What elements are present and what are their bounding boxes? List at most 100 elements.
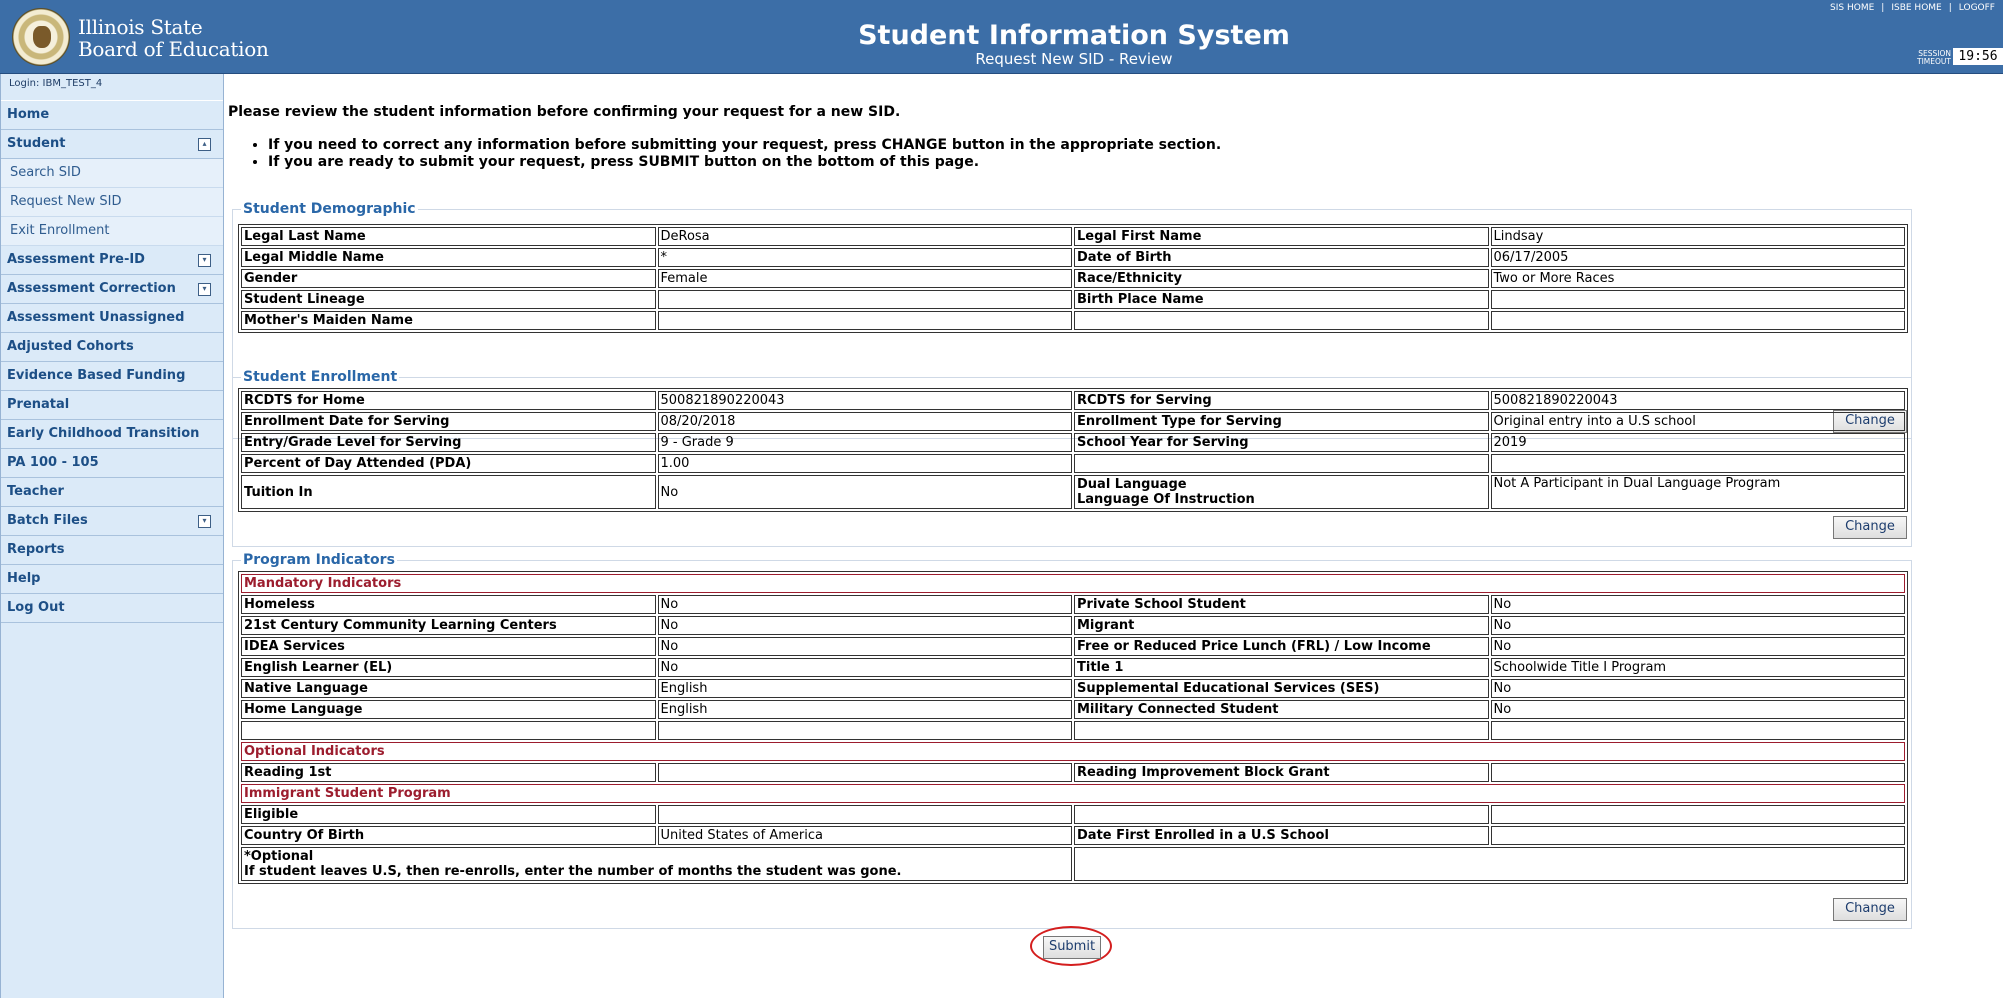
field-value: No: [657, 637, 1072, 656]
field-label: Migrant: [1074, 616, 1489, 635]
demographic-table: Legal Last Name DeRosa Legal First Name Lin…: [238, 224, 1908, 333]
submit-button[interactable]: Submit: [1043, 936, 1101, 959]
table-row: Reading 1st Reading Improvement Block Gra…: [241, 763, 1905, 782]
isbe-home-link[interactable]: ISBE HOME: [1891, 3, 1941, 13]
field-label: Student Lineage: [241, 290, 656, 309]
page-title: Student Information System: [858, 20, 1290, 51]
field-label: Legal First Name: [1074, 227, 1489, 246]
login-info: Login: IBM_TEST_4: [1, 74, 223, 101]
session-timeout-label: SESSION TIMEOUT: [1917, 50, 1951, 66]
sidebar-item[interactable]: Evidence Based Funding: [1, 362, 223, 391]
sidebar-item[interactable]: Teacher: [1, 478, 223, 507]
field-label: [1074, 454, 1489, 473]
sidebar-item-label: Assessment Correction: [7, 281, 176, 296]
program-indicators-table: Mandatory Indicators Homeless No Private Sc…: [238, 571, 1908, 884]
sis-home-link[interactable]: SIS HOME: [1830, 3, 1874, 13]
field-value: Two or More Races: [1490, 269, 1905, 288]
section-title: Student Demographic: [241, 201, 418, 217]
field-label: Reading 1st: [241, 763, 656, 782]
sidebar-item[interactable]: Assessment Unassigned: [1, 304, 223, 333]
sidebar-item[interactable]: Exit Enrollment: [1, 217, 223, 246]
language-of-instruction-label: Language Of Instruction: [1077, 492, 1255, 507]
app-header: Illinois State Board of Education Studen…: [0, 0, 2003, 74]
table-row: Student Lineage Birth Place Name: [241, 290, 1905, 309]
field-label: [1074, 805, 1489, 824]
mandatory-indicators-heading: Mandatory Indicators: [241, 574, 1905, 593]
sidebar-item[interactable]: Student ▴: [1, 130, 223, 159]
field-value: No: [657, 658, 1072, 677]
field-label: Enrollment Date for Serving: [241, 412, 656, 431]
expand-icon[interactable]: ▾: [198, 515, 211, 528]
field-label: Birth Place Name: [1074, 290, 1489, 309]
sidebar-item[interactable]: Log Out: [1, 594, 223, 623]
field-label: Reading Improvement Block Grant: [1074, 763, 1489, 782]
sidebar-item[interactable]: Prenatal: [1, 391, 223, 420]
expand-icon[interactable]: ▾: [198, 283, 211, 296]
sidebar-item[interactable]: Adjusted Cohorts: [1, 333, 223, 362]
sidebar-item-label: Early Childhood Transition: [7, 426, 200, 441]
optional-note-title: *Optional: [244, 849, 314, 864]
sidebar-item[interactable]: Help: [1, 565, 223, 594]
expand-icon[interactable]: ▾: [198, 254, 211, 267]
sidebar-item[interactable]: Request New SID: [1, 188, 223, 217]
field-value: No: [1490, 616, 1905, 635]
table-row: English Learner (EL) No Title 1 Schoolwide …: [241, 658, 1905, 677]
field-label: [1074, 311, 1489, 330]
field-label: Legal Last Name: [241, 227, 656, 246]
field-label: Date First Enrolled in a U.S School: [1074, 826, 1489, 845]
field-value: [1490, 721, 1905, 740]
intro-text: Please review the student information be…: [228, 104, 901, 120]
sidebar: Login: IBM_TEST_4 Home Student ▴ Search SID…: [0, 74, 224, 998]
session-timer: 19:56: [1953, 48, 2003, 65]
page-subtitle: Request New SID - Review: [975, 50, 1173, 68]
sidebar-item[interactable]: PA 100 - 105: [1, 449, 223, 478]
sidebar-item-label: Search SID: [10, 165, 81, 180]
student-enrollment-section: Student Enrollment RCDTS for Home 5008218…: [232, 369, 1912, 547]
change-enrollment-button[interactable]: Change: [1833, 516, 1907, 539]
sidebar-item[interactable]: Reports: [1, 536, 223, 565]
field-value: Female: [657, 269, 1072, 288]
collapse-icon[interactable]: ▴: [198, 138, 211, 151]
sidebar-item-label: Prenatal: [7, 397, 70, 412]
table-row: Legal Last Name DeRosa Legal First Name Lin…: [241, 227, 1905, 246]
change-program-button[interactable]: Change: [1833, 898, 1907, 921]
field-label: RCDTS for Home: [241, 391, 656, 410]
field-label: RCDTS for Serving: [1074, 391, 1489, 410]
sidebar-item[interactable]: Home: [1, 101, 223, 130]
field-value: United States of America: [657, 826, 1072, 845]
field-label: [1074, 721, 1489, 740]
field-label: Enrollment Type for Serving: [1074, 412, 1489, 431]
instructions-list: If you need to correct any information b…: [252, 137, 1221, 171]
section-title: Student Enrollment: [241, 369, 400, 385]
field-value: No: [657, 616, 1072, 635]
field-value: *: [657, 248, 1072, 267]
sidebar-item-label: Evidence Based Funding: [7, 368, 186, 383]
table-row: Gender Female Race/Ethnicity Two or More Ra…: [241, 269, 1905, 288]
sidebar-item-label: Home: [7, 107, 50, 122]
table-row: Percent of Day Attended (PDA) 1.00: [241, 454, 1905, 473]
sidebar-item[interactable]: Early Childhood Transition: [1, 420, 223, 449]
table-row: Enrollment Date for Serving 08/20/2018 Enr…: [241, 412, 1905, 431]
field-label: Entry/Grade Level for Serving: [241, 433, 656, 452]
sidebar-item-label: Reports: [7, 542, 65, 557]
sidebar-item[interactable]: Batch Files ▾: [1, 507, 223, 536]
field-value: 1.00: [657, 454, 1072, 473]
field-label: Mother's Maiden Name: [241, 311, 656, 330]
sidebar-item-label: Assessment Pre-ID: [7, 252, 145, 267]
field-label: Tuition In: [241, 475, 656, 509]
logoff-link[interactable]: LOGOFF: [1959, 3, 1995, 13]
sidebar-item[interactable]: Assessment Correction ▾: [1, 275, 223, 304]
field-value: No: [657, 595, 1072, 614]
field-label: [241, 721, 656, 740]
field-label: Percent of Day Attended (PDA): [241, 454, 656, 473]
field-label: Military Connected Student: [1074, 700, 1489, 719]
sidebar-item[interactable]: Search SID: [1, 159, 223, 188]
field-label: English Learner (EL): [241, 658, 656, 677]
table-row: IDEA Services No Free or Reduced Price Lun…: [241, 637, 1905, 656]
field-value: [657, 721, 1072, 740]
sidebar-item[interactable]: Assessment Pre-ID ▾: [1, 246, 223, 275]
sidebar-item-label: Teacher: [7, 484, 64, 499]
enrollment-table: RCDTS for Home 500821890220043 RCDTS for S…: [238, 388, 1908, 512]
field-label: Eligible: [241, 805, 656, 824]
field-value: [657, 290, 1072, 309]
